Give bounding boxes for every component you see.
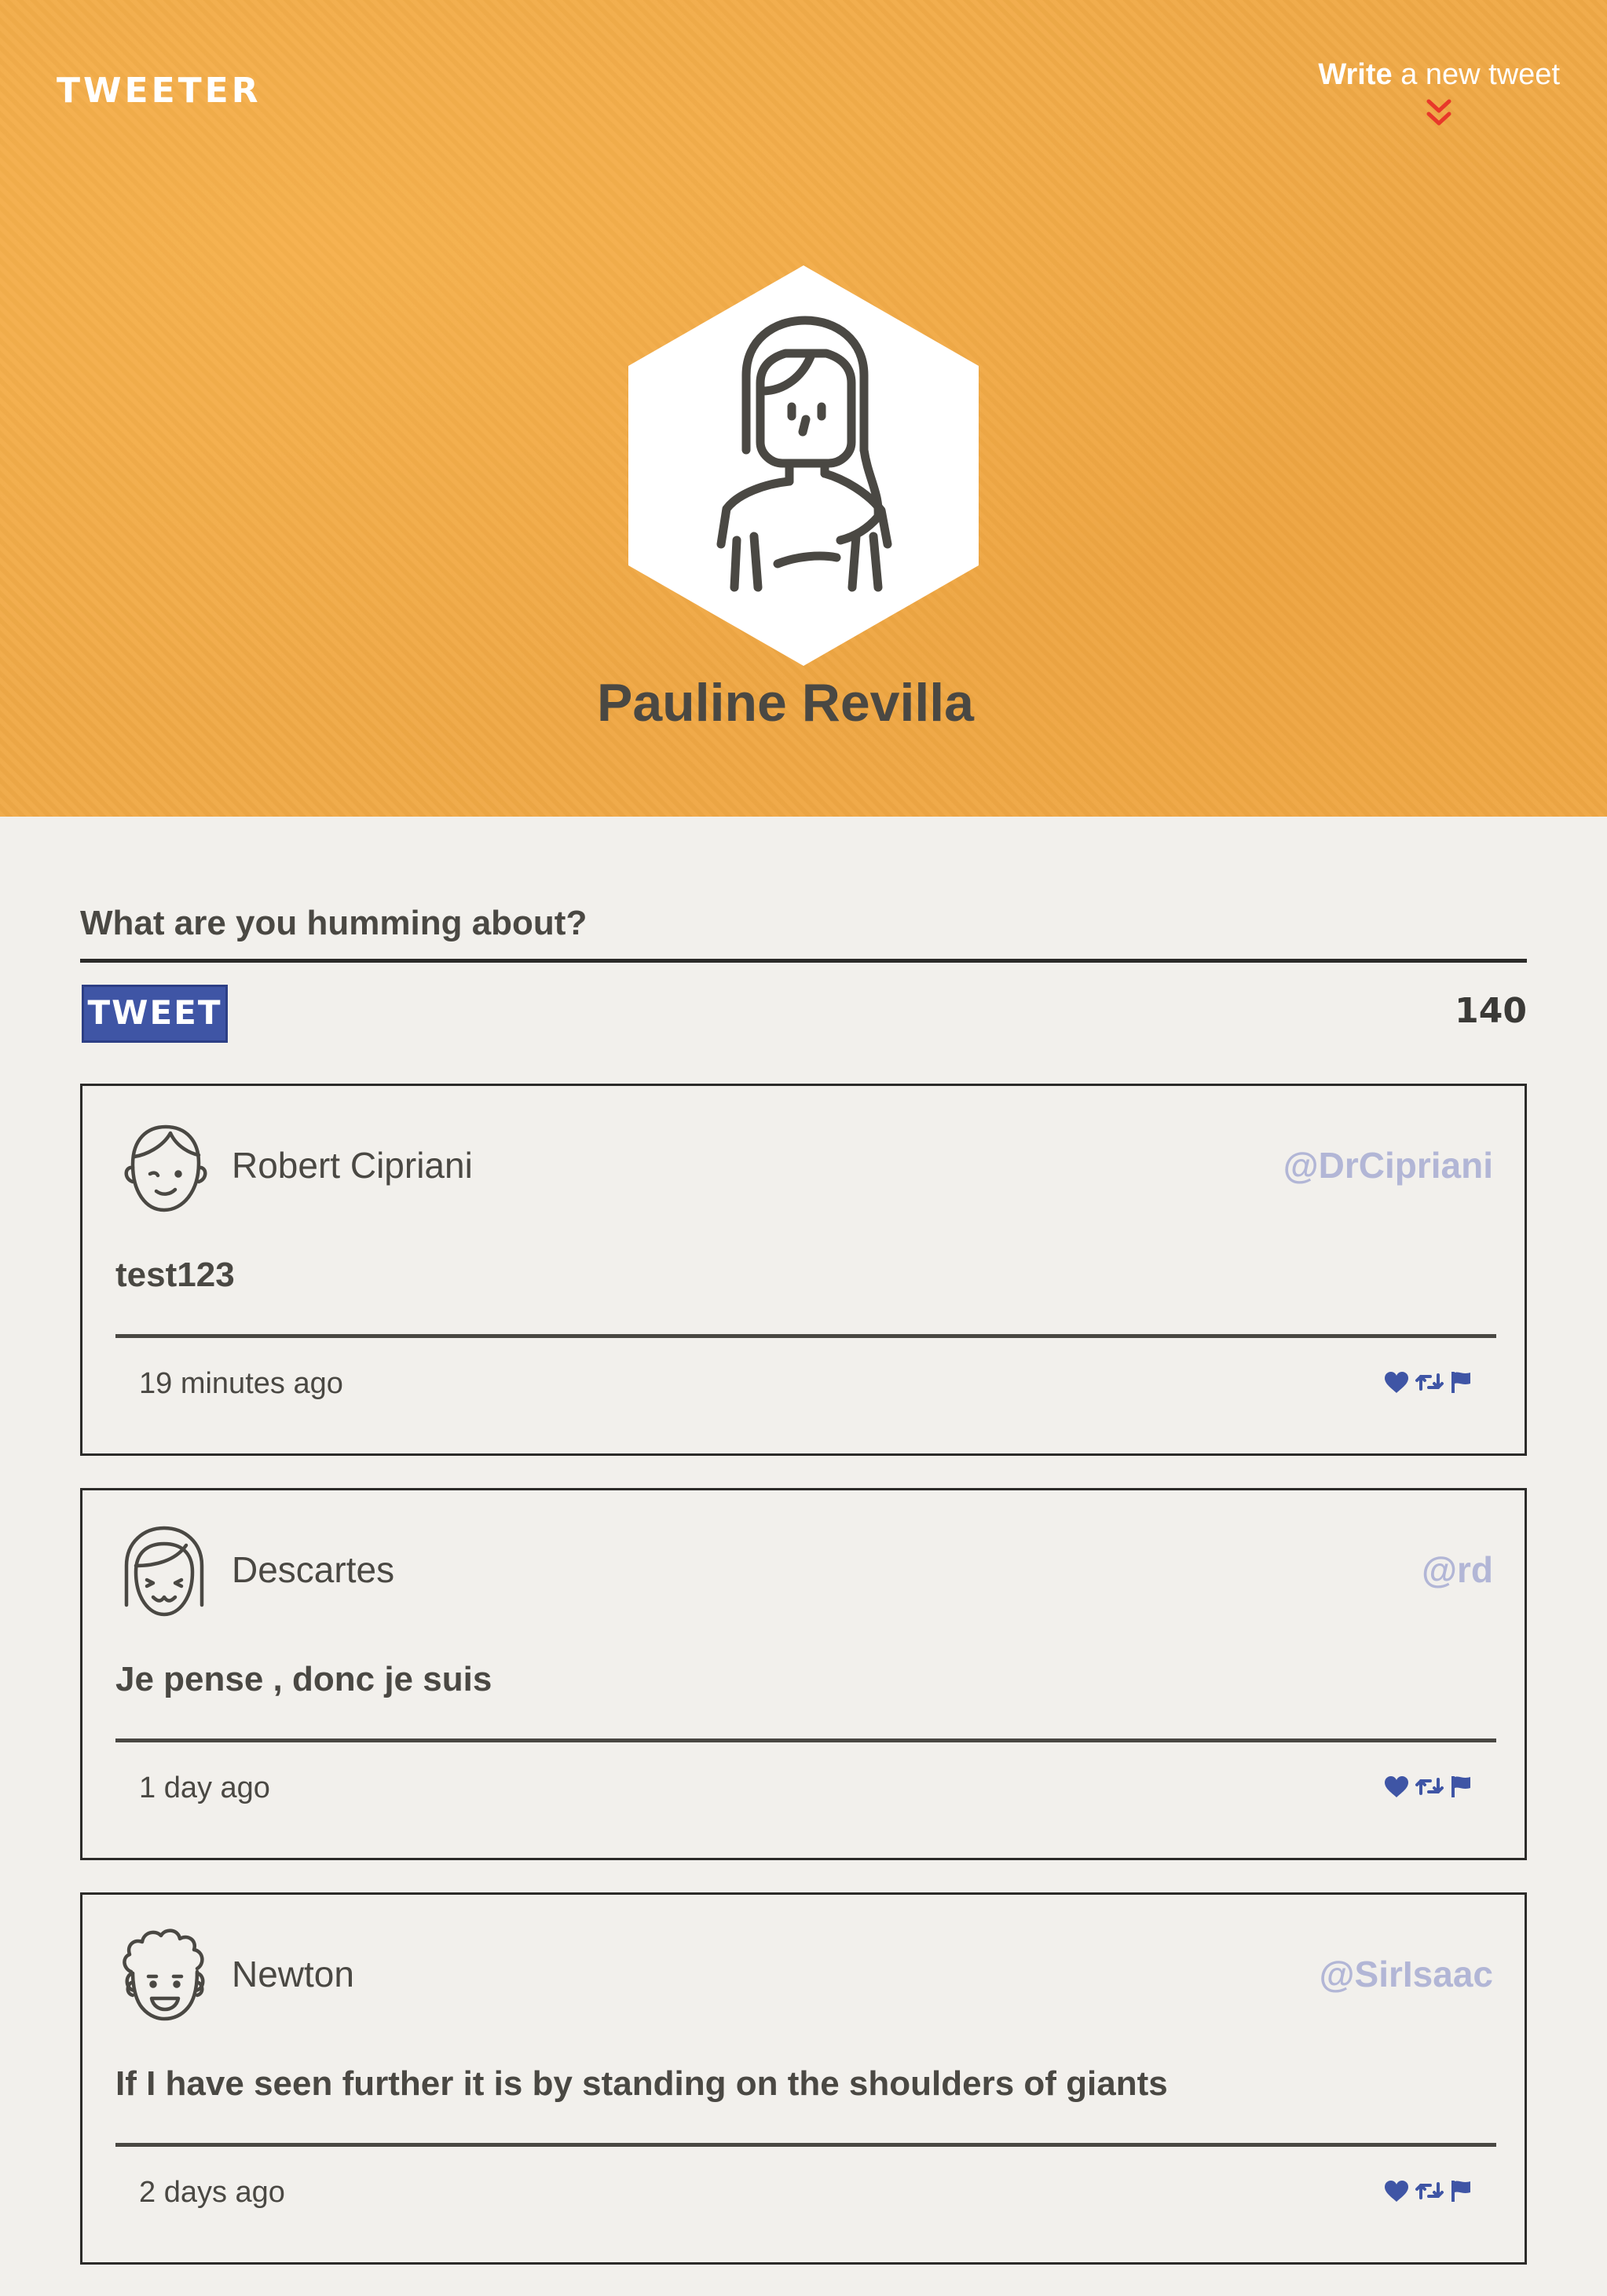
heart-icon[interactable] <box>1383 1370 1410 1394</box>
tweet-card: Descartes @rd Je pense , donc je suis 1 … <box>80 1488 1527 1860</box>
boy-face-icon <box>124 1124 207 1212</box>
tweet-divider <box>115 2143 1496 2147</box>
flag-icon[interactable] <box>1449 1370 1473 1394</box>
tweet-actions <box>1383 2179 1473 2203</box>
write-new-tweet-link[interactable]: Write a new tweet <box>1318 58 1560 128</box>
tweet-author-name[interactable]: Descartes <box>232 1548 394 1591</box>
tweet-text: Je pense , donc je suis <box>115 1660 492 1698</box>
retweet-icon[interactable] <box>1415 2179 1444 2203</box>
write-link-rest: a new tweet <box>1392 58 1560 91</box>
tweet-compose-input[interactable] <box>80 887 1527 963</box>
tweet-timestamp: 2 days ago <box>139 2176 285 2209</box>
tweet-card: Newton @SirIsaac If I have seen further … <box>80 1892 1527 2265</box>
profile-avatar <box>628 265 979 666</box>
tweet-timestamp: 19 minutes ago <box>139 1367 343 1400</box>
retweet-icon[interactable] <box>1415 1370 1444 1394</box>
tweet-author-handle[interactable]: @rd <box>1422 1548 1493 1591</box>
tweet-author-handle[interactable]: @SirIsaac <box>1320 1953 1493 1995</box>
flag-icon[interactable] <box>1449 2179 1473 2203</box>
tweet-author-handle[interactable]: @DrCipriani <box>1283 1144 1493 1186</box>
tweet-actions <box>1383 1775 1473 1798</box>
tweet-timestamp: 1 day ago <box>139 1771 270 1804</box>
tweet-author-name[interactable]: Newton <box>232 1953 354 1995</box>
tweet-button[interactable]: TWEET <box>82 985 228 1043</box>
brand-logo[interactable]: TWEETER <box>57 71 262 111</box>
tweet-divider <box>115 1334 1496 1338</box>
flag-icon[interactable] <box>1449 1775 1473 1798</box>
heart-icon[interactable] <box>1383 2179 1410 2203</box>
bangs-face-icon <box>124 1526 204 1617</box>
heart-icon[interactable] <box>1383 1775 1410 1798</box>
curly-hair-face-icon <box>123 1929 205 2021</box>
profile-header: TWEETER Write a new tweet Pauline Revill… <box>0 0 1607 817</box>
retweet-icon[interactable] <box>1415 1775 1444 1798</box>
tweet-text: If I have seen further it is by standing… <box>115 2064 1168 2103</box>
double-chevron-down-icon[interactable] <box>1426 98 1452 128</box>
tweet-card: Robert Cipriani @DrCipriani test123 19 m… <box>80 1084 1527 1456</box>
tweet-author-name[interactable]: Robert Cipriani <box>232 1144 473 1186</box>
tweet-divider <box>115 1738 1496 1742</box>
character-counter: 140 <box>1455 991 1527 1031</box>
profile-name: Pauline Revilla <box>597 673 974 733</box>
tweet-text: test123 <box>115 1256 235 1294</box>
write-link-bold: Write <box>1318 58 1393 91</box>
tweet-actions <box>1383 1370 1473 1394</box>
